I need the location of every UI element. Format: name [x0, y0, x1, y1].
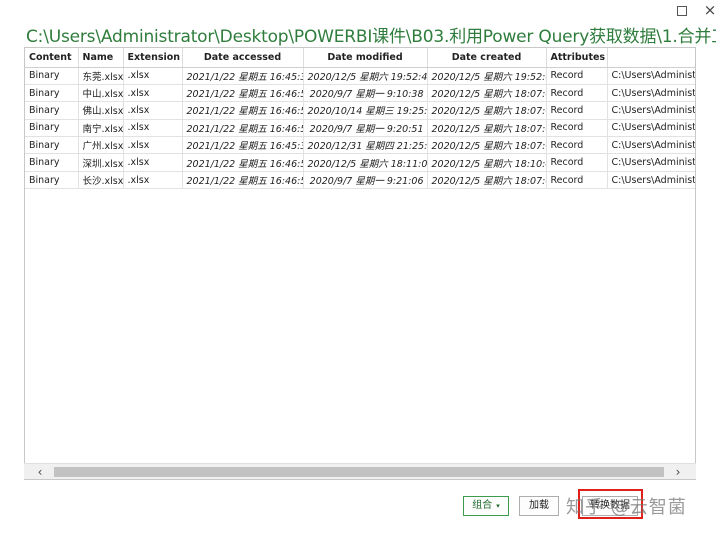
cell-folder-path: C:\Users\Administra: [607, 84, 695, 103]
column-header-extension[interactable]: Extension: [123, 48, 183, 68]
cell-date-created: 2020/12/5 星期六 18:07:06: [427, 101, 547, 120]
combine-label: 组合: [472, 500, 493, 511]
cell-date-modified: 2020/9/7 星期一 9:21:06: [303, 171, 428, 190]
close-button[interactable]: ×: [702, 1, 718, 19]
column-header-date-accessed[interactable]: Date accessed: [182, 48, 304, 68]
cell-date-accessed: 2021/1/22 星期五 16:46:54: [182, 84, 304, 103]
cell-content[interactable]: Binary: [25, 67, 79, 85]
cell-name: 中山.xlsx: [78, 84, 124, 103]
column-header-name[interactable]: Name: [78, 48, 124, 68]
file-list-grid: Content Name Extension Date accessed Dat…: [24, 47, 696, 480]
table-row[interactable]: Binary 东莞.xlsx .xlsx 2021/1/22 星期五 16:45:30…: [25, 67, 695, 85]
cell-extension: .xlsx: [123, 171, 183, 190]
cell-attributes[interactable]: Record: [546, 136, 608, 155]
load-button[interactable]: 加载: [519, 496, 559, 516]
cell-attributes[interactable]: Record: [546, 171, 608, 190]
column-header-date-modified[interactable]: Date modified: [303, 48, 428, 68]
cell-date-accessed: 2021/1/22 星期五 16:46:54: [182, 171, 304, 190]
cell-name: 佛山.xlsx: [78, 101, 124, 120]
cell-date-created: 2020/12/5 星期六 19:52:07: [427, 67, 547, 85]
maximize-button[interactable]: [677, 6, 687, 16]
file-table: Content Name Extension Date accessed Dat…: [25, 48, 695, 190]
header-row: Content Name Extension Date accessed Dat…: [25, 48, 695, 68]
cell-extension: .xlsx: [123, 84, 183, 103]
cell-content[interactable]: Binary: [25, 119, 79, 138]
cell-extension: .xlsx: [123, 67, 183, 85]
watermark: 知乎 @云智菌: [566, 497, 687, 518]
cell-content[interactable]: Binary: [25, 153, 79, 172]
cell-date-created: 2020/12/5 星期六 18:07:06: [427, 119, 547, 138]
cell-extension: .xlsx: [123, 101, 183, 120]
chevron-down-icon: ▾: [496, 502, 500, 510]
column-header-date-created[interactable]: Date created: [427, 48, 547, 68]
horizontal-scrollbar[interactable]: ‹ ›: [24, 463, 696, 479]
table-row[interactable]: Binary 佛山.xlsx .xlsx 2021/1/22 星期五 16:46:54…: [25, 101, 695, 120]
cell-content[interactable]: Binary: [25, 136, 79, 155]
cell-date-accessed: 2021/1/22 星期五 16:45:30: [182, 67, 304, 85]
cell-date-accessed: 2021/1/22 星期五 16:46:54: [182, 119, 304, 138]
cell-name: 深圳.xlsx: [78, 153, 124, 172]
cell-content[interactable]: Binary: [25, 101, 79, 120]
scroll-right-icon[interactable]: ›: [670, 464, 686, 480]
cell-date-accessed: 2021/1/22 星期五 16:45:30: [182, 136, 304, 155]
cell-extension: .xlsx: [123, 119, 183, 138]
cell-date-modified: 2020/12/5 星期六 19:52:42: [303, 67, 428, 85]
scroll-left-icon[interactable]: ‹: [32, 464, 48, 480]
cell-name: 东莞.xlsx: [78, 67, 124, 85]
cell-attributes[interactable]: Record: [546, 119, 608, 138]
cell-date-accessed: 2021/1/22 星期五 16:46:54: [182, 101, 304, 120]
cell-date-modified: 2020/9/7 星期一 9:10:38: [303, 84, 428, 103]
cell-name: 广州.xlsx: [78, 136, 124, 155]
table-row[interactable]: Binary 长沙.xlsx .xlsx 2021/1/22 星期五 16:46:54…: [25, 171, 695, 190]
table-row[interactable]: Binary 南宁.xlsx .xlsx 2021/1/22 星期五 16:46:54…: [25, 119, 695, 138]
cell-date-created: 2020/12/5 星期六 18:07:06: [427, 171, 547, 190]
column-header-attributes[interactable]: Attributes: [546, 48, 608, 68]
cell-folder-path: C:\Users\Administra: [607, 119, 695, 138]
cell-date-accessed: 2021/1/22 星期五 16:46:54: [182, 153, 304, 172]
column-header-content[interactable]: Content: [25, 48, 79, 68]
cell-date-modified: 2020/10/14 星期三 19:25:56: [303, 101, 428, 120]
cell-date-modified: 2020/12/5 星期六 18:11:07: [303, 153, 428, 172]
cell-attributes[interactable]: Record: [546, 84, 608, 103]
cell-name: 南宁.xlsx: [78, 119, 124, 138]
combine-button[interactable]: 组合 ▾: [463, 496, 509, 516]
cell-extension: .xlsx: [123, 136, 183, 155]
cell-folder-path: C:\Users\Administra: [607, 67, 695, 85]
cell-folder-path: C:\Users\Administra: [607, 171, 695, 190]
table-row[interactable]: Binary 广州.xlsx .xlsx 2021/1/22 星期五 16:45:30…: [25, 136, 695, 155]
table-row[interactable]: Binary 中山.xlsx .xlsx 2021/1/22 星期五 16:46:54…: [25, 84, 695, 103]
table-row[interactable]: Binary 深圳.xlsx .xlsx 2021/1/22 星期五 16:46:54…: [25, 153, 695, 172]
cell-attributes[interactable]: Record: [546, 67, 608, 85]
cell-attributes[interactable]: Record: [546, 153, 608, 172]
cell-extension: .xlsx: [123, 153, 183, 172]
cell-name: 长沙.xlsx: [78, 171, 124, 190]
cell-date-created: 2020/12/5 星期六 18:07:06: [427, 84, 547, 103]
window-title: C:\Users\Administrator\Desktop\POWERBI课件…: [26, 27, 716, 47]
cell-date-created: 2020/12/5 星期六 18:10:42: [427, 153, 547, 172]
cell-folder-path: C:\Users\Administra: [607, 101, 695, 120]
cell-folder-path: C:\Users\Administra: [607, 136, 695, 155]
cell-content[interactable]: Binary: [25, 84, 79, 103]
column-header-folder-path[interactable]: [607, 48, 695, 68]
cell-date-created: 2020/12/5 星期六 18:07:06: [427, 136, 547, 155]
scrollbar-thumb[interactable]: [54, 467, 664, 477]
cell-content[interactable]: Binary: [25, 171, 79, 190]
cell-folder-path: C:\Users\Administra: [607, 153, 695, 172]
cell-attributes[interactable]: Record: [546, 101, 608, 120]
cell-date-modified: 2020/12/31 星期四 21:25:48: [303, 136, 428, 155]
cell-date-modified: 2020/9/7 星期一 9:20:51: [303, 119, 428, 138]
